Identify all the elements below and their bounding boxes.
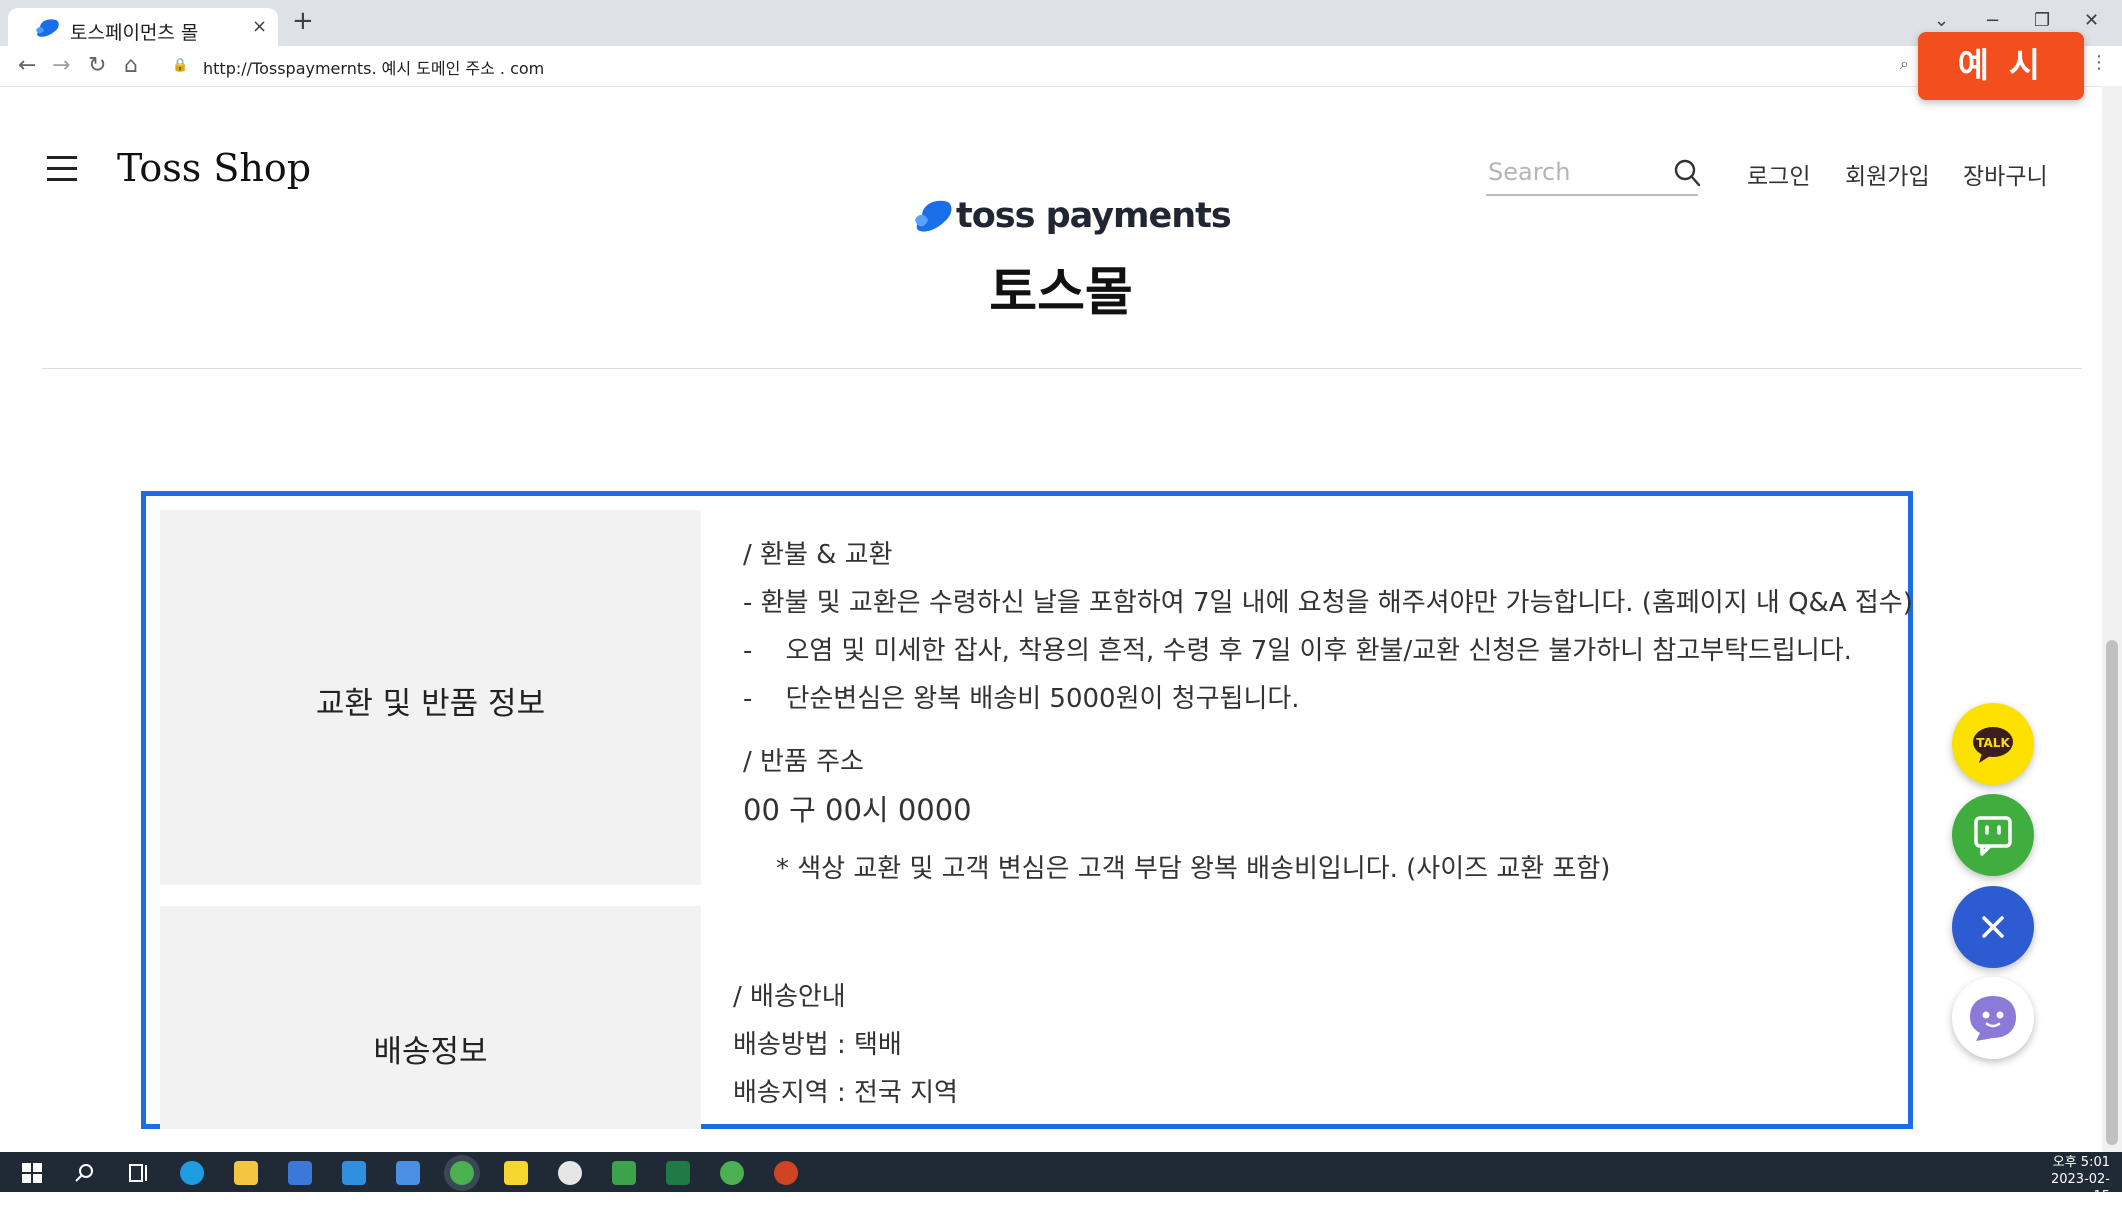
address-bar[interactable]: http://Tosspaymernts. 예시 도메인 주소 . com xyxy=(203,55,544,79)
clock-date: 2023-02-15 xyxy=(2050,1172,2110,1204)
windows-taskbar: 오후 5:01 2023-02-15 xyxy=(0,1152,2122,1204)
cloud-app-icon[interactable] xyxy=(612,1161,636,1185)
reload-icon[interactable]: ↻ xyxy=(88,53,106,78)
lock-icon[interactable]: 🔒 xyxy=(172,58,188,73)
mail-icon[interactable] xyxy=(342,1161,366,1185)
shipping-label-cell: 배송정보 xyxy=(160,906,701,1129)
shipping-method: 배송방법 : 택배 xyxy=(733,1030,902,1060)
product-info-box: 교환 및 반품 정보 배송정보 / 환불 & 교환 - 환불 및 교환은 수령하… xyxy=(141,491,1913,1129)
return-address-heading: / 반품 주소 xyxy=(743,747,864,777)
edge-icon[interactable] xyxy=(180,1161,204,1185)
exchange-label-cell: 교환 및 반품 정보 xyxy=(160,510,701,885)
cart-link[interactable]: 장바구니 xyxy=(1963,157,2048,191)
store-icon[interactable] xyxy=(288,1161,312,1185)
chrome-icon[interactable] xyxy=(720,1161,744,1185)
network-app-icon[interactable] xyxy=(396,1161,420,1185)
shop-title[interactable]: Toss Shop xyxy=(117,146,311,190)
exchange-note: * 색상 교환 및 고객 변심은 고객 부담 왕복 배송비입니다. (사이즈 교… xyxy=(776,854,1611,884)
tab-title: 토스페이먼츠 몰 xyxy=(70,22,199,44)
slack-icon[interactable] xyxy=(558,1161,582,1185)
browser-toolbar: ← → ↻ ⌂ 🔒 http://Tosspaymernts. 예시 도메인 주… xyxy=(0,46,2122,87)
search-field[interactable]: Search xyxy=(1486,150,1701,196)
tab-search-icon[interactable]: ⌄ xyxy=(1934,10,1949,31)
close-floating-button[interactable] xyxy=(1952,886,2034,968)
sticky-notes-icon[interactable] xyxy=(504,1161,528,1185)
file-explorer-icon[interactable] xyxy=(234,1161,258,1185)
excel-icon[interactable] xyxy=(666,1161,690,1185)
browser-tab[interactable]: 토스페이먼츠 몰 × xyxy=(8,8,278,46)
shipping-region: 배송지역 : 전국 지역 xyxy=(733,1078,958,1108)
clock-time: 오후 5:01 xyxy=(2052,1155,2110,1170)
chatbot-face-icon xyxy=(1970,996,2016,1041)
chatbot-button[interactable] xyxy=(1952,977,2034,1059)
login-link[interactable]: 로그인 xyxy=(1747,157,1810,191)
refund-line-3: - 단순변심은 왕복 배송비 5000원이 청구됩니다. xyxy=(743,684,1300,714)
scrollbar-thumb[interactable] xyxy=(2106,640,2118,1145)
brand-text: toss payments xyxy=(956,196,1232,236)
refund-line-2: - 오염 및 미세한 잡사, 착용의 흔적, 수령 후 7일 이후 환불/교환 … xyxy=(743,636,1852,666)
search-placeholder[interactable]: Search xyxy=(1488,158,1570,186)
taskbar-search-icon[interactable] xyxy=(73,1161,97,1185)
tab-close-icon[interactable]: × xyxy=(252,16,267,37)
talk-bubble-icon: TALK xyxy=(1973,727,2013,763)
browser-tab-strip: 토스페이먼츠 몰 × + ⌄ − ❐ ✕ xyxy=(0,0,2122,46)
restore-button[interactable]: ❐ xyxy=(2034,10,2050,31)
browser-menu-icon[interactable]: ⋮ xyxy=(2090,52,2108,73)
home-icon[interactable]: ⌂ xyxy=(124,53,138,78)
window-close-button[interactable]: ✕ xyxy=(2084,10,2099,31)
header-divider xyxy=(42,368,2082,369)
new-tab-button[interactable]: + xyxy=(292,6,314,36)
close-icon xyxy=(1982,916,2004,938)
taskbar-clock[interactable]: 오후 5:01 2023-02-15 xyxy=(2044,1154,2110,1205)
shipping-heading: / 배송안내 xyxy=(733,982,846,1012)
kakaotalk-button[interactable]: TALK xyxy=(1952,703,2034,785)
chat-icon xyxy=(1974,816,2012,856)
toss-favicon-icon xyxy=(36,19,59,37)
task-view-icon[interactable] xyxy=(127,1161,151,1185)
powerpoint-icon[interactable] xyxy=(774,1161,798,1185)
forward-arrow-icon[interactable]: → xyxy=(52,53,70,78)
toss-logo-icon xyxy=(915,200,952,232)
shipping-label: 배송정보 xyxy=(373,1034,488,1070)
back-arrow-icon[interactable]: ← xyxy=(18,53,36,78)
refund-line-1: - 환불 및 교환은 수령하신 날을 포함하여 7일 내에 요청을 해주셔야만 … xyxy=(743,588,1913,618)
example-badge: 예 시 xyxy=(1918,32,2084,100)
return-address: 00 구 00시 0000 xyxy=(743,793,972,827)
exchange-label: 교환 및 반품 정보 xyxy=(315,686,546,722)
chrome-active-icon[interactable] xyxy=(450,1161,474,1185)
mall-title: 토스몰 xyxy=(989,263,1133,323)
windows-start-icon[interactable] xyxy=(20,1161,44,1185)
minimize-button[interactable]: − xyxy=(1985,10,2000,31)
signup-link[interactable]: 회원가입 xyxy=(1845,157,1930,191)
chat-button[interactable] xyxy=(1952,794,2034,876)
menu-hamburger-icon[interactable] xyxy=(47,156,77,182)
talk-label: TALK xyxy=(1976,736,2010,750)
zoom-icon[interactable]: ⌕ xyxy=(1900,54,1909,74)
search-icon[interactable] xyxy=(1673,158,1701,188)
refund-heading: / 환불 & 교환 xyxy=(743,540,893,570)
